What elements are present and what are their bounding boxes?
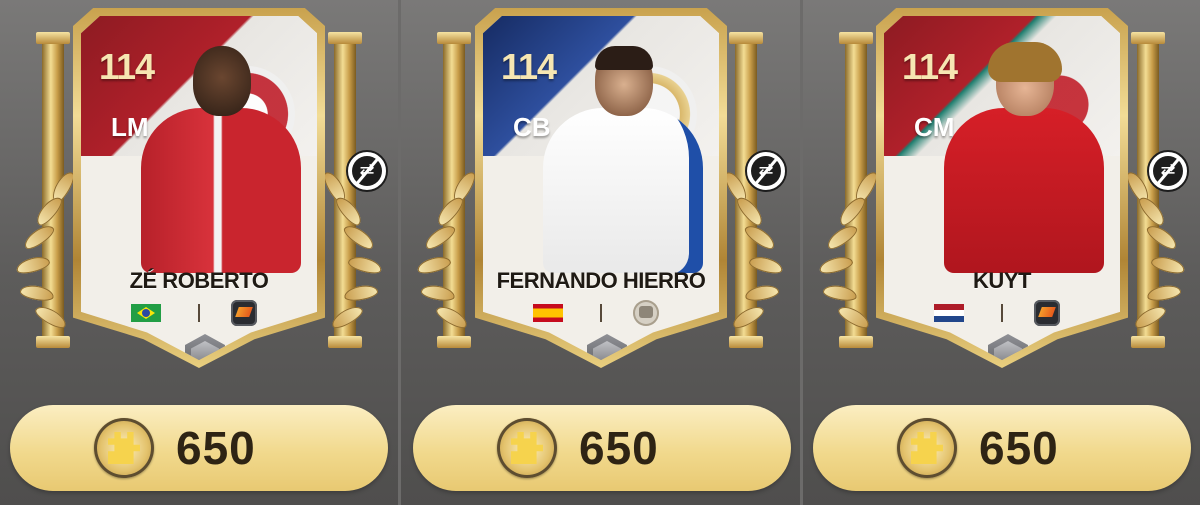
- silver-hex-icon: [587, 334, 627, 360]
- price-value: 650: [176, 422, 256, 474]
- silver-hex-icon: [988, 334, 1028, 360]
- puzzle-coin-icon: [497, 418, 557, 478]
- price-value: 650: [979, 422, 1059, 474]
- player-rating: 114: [501, 46, 557, 87]
- untradeable-icon: ⇄: [346, 150, 388, 192]
- price-button[interactable]: 650: [413, 405, 791, 491]
- icons-badge-icon: [633, 300, 659, 326]
- player-offer-panel[interactable]: 114 CB FERNANDO HIERRO ⇄ 650: [401, 0, 800, 505]
- meta-divider: [198, 304, 200, 322]
- price-value: 650: [579, 422, 659, 474]
- player-card[interactable]: 114 CM KUYT: [876, 8, 1128, 368]
- untradeable-icon: ⇄: [745, 150, 787, 192]
- card-face: 114 LM ZÉ ROBERTO: [81, 16, 317, 360]
- card-meta-row: [483, 300, 719, 326]
- player-name: KUYT: [973, 268, 1031, 293]
- silver-hex-icon: [185, 334, 225, 360]
- meta-divider: [600, 304, 602, 322]
- card-face: 114 CM KUYT: [884, 16, 1120, 360]
- card-meta-row: [81, 300, 317, 326]
- puzzle-coin-icon: [897, 418, 957, 478]
- club-badge-icon: [231, 300, 257, 326]
- player-name: FERNANDO HIERRO: [496, 268, 706, 293]
- puzzle-coin-icon: [94, 418, 154, 478]
- player-portrait: [543, 46, 703, 273]
- player-name: ZÉ ROBERTO: [129, 268, 269, 293]
- card-selection-grid: 114 LM ZÉ ROBERTO ⇄ 650 114 CB FERNANDO …: [0, 0, 1200, 505]
- card-meta-row: [884, 300, 1120, 326]
- player-position: CB: [513, 112, 551, 142]
- price-button[interactable]: 650: [813, 405, 1191, 491]
- club-badge-icon: [1034, 300, 1060, 326]
- meta-divider: [1001, 304, 1003, 322]
- player-rating: 114: [902, 46, 958, 87]
- price-button[interactable]: 650: [10, 405, 388, 491]
- player-position: LM: [111, 112, 149, 142]
- nation-flag-icon: [131, 304, 161, 322]
- player-offer-panel[interactable]: 114 LM ZÉ ROBERTO ⇄ 650: [0, 0, 398, 505]
- card-face: 114 CB FERNANDO HIERRO: [483, 16, 719, 360]
- player-offer-panel[interactable]: 114 CM KUYT ⇄ 650: [803, 0, 1200, 505]
- player-rating: 114: [99, 46, 155, 87]
- player-card[interactable]: 114 CB FERNANDO HIERRO: [475, 8, 727, 368]
- untradeable-icon: ⇄: [1147, 150, 1189, 192]
- nation-flag-icon: [934, 304, 964, 322]
- player-portrait: [944, 42, 1104, 273]
- player-portrait: [141, 46, 301, 273]
- player-position: CM: [914, 112, 955, 142]
- player-card[interactable]: 114 LM ZÉ ROBERTO: [73, 8, 325, 368]
- nation-flag-icon: [533, 304, 563, 322]
